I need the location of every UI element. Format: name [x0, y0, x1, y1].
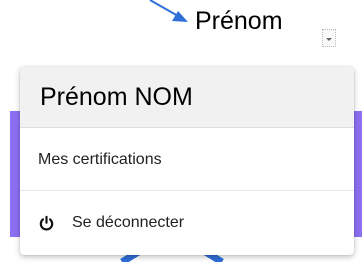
annotation-label: Prénom [195, 7, 283, 35]
power-icon [39, 215, 54, 231]
user-full-name: Prénom NOM [40, 83, 193, 111]
menu-item-logout[interactable]: Se déconnecter [20, 191, 354, 254]
menu-item-label: Se déconnecter [72, 214, 185, 231]
menu-item-label: Mes certifications [38, 151, 162, 168]
user-menu-toggle[interactable] [322, 29, 336, 47]
menu-item-certifications[interactable]: Mes certifications [20, 128, 354, 191]
user-dropdown-menu: Prénom NOM Mes certifications Se déconne… [20, 67, 354, 255]
annotation-arrow-icon [149, 0, 188, 22]
chevron-down-icon [326, 38, 332, 41]
user-menu-header: Prénom NOM [20, 67, 354, 128]
